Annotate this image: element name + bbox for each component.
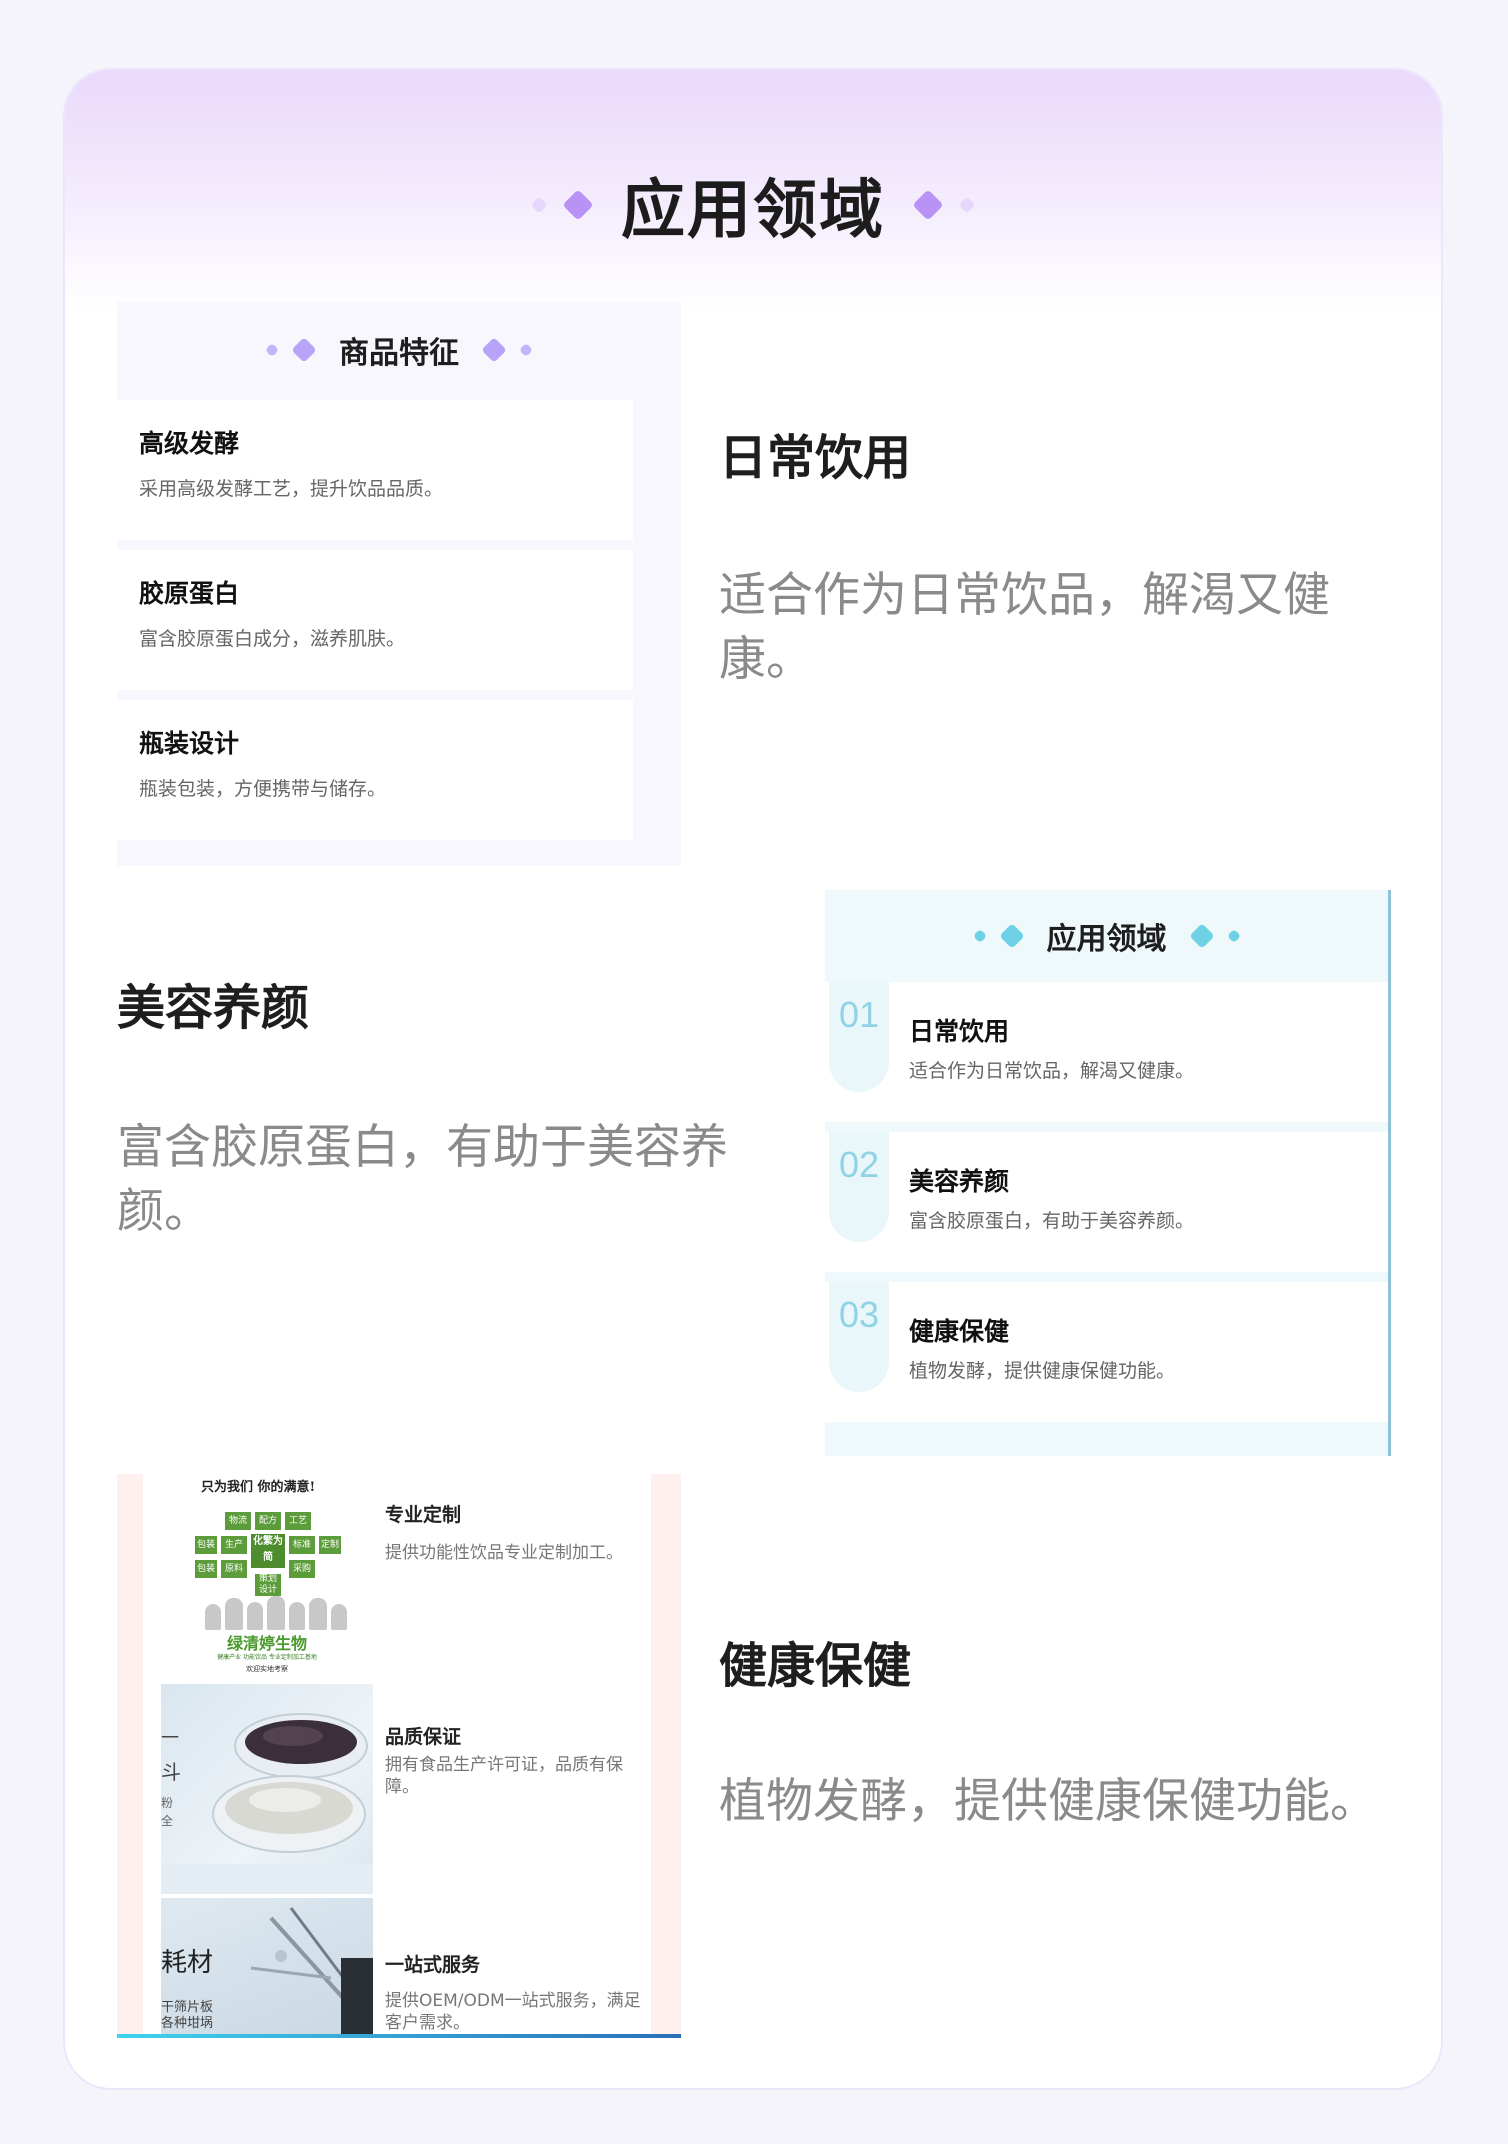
- service-title: 一站式服务: [385, 1954, 481, 1976]
- diamond-decoration-icon: [972, 928, 987, 944]
- person-silhouette-icon: [331, 1604, 347, 1630]
- services-inner: 只为我们 你的满意! 物流 配方 工艺 包装 化繁为简 标准 生产 定制 原料 …: [143, 1474, 651, 2038]
- section-title-daily: 日常饮用: [719, 430, 912, 486]
- main-title-row: 应用领域: [65, 150, 1441, 260]
- content-card: 应用领域 商品特征 高级发酵 采用高级发酵工艺，提升饮品品质。 胶原蛋白 富含胶…: [63, 68, 1443, 2090]
- feature-item: 胶原蛋白 富含胶原蛋白成分，滋养肌肤。: [117, 550, 633, 690]
- image-label: 物流: [225, 1512, 251, 1530]
- feature-desc: 采用高级发酵工艺，提升饮品品质。: [139, 478, 444, 500]
- image-label: 工艺: [285, 1512, 311, 1530]
- quality-service-image: 一 斗 粉 全: [161, 1684, 373, 1894]
- application-title: 美容养颜: [909, 1167, 1010, 1196]
- feature-title: 高级发酵: [139, 429, 240, 458]
- application-desc: 植物发酵，提供健康保健功能。: [909, 1360, 1176, 1382]
- image-tagline: 健康产业 功能饮品 专业定制加工基地: [217, 1654, 317, 1661]
- section-desc-daily: 适合作为日常饮品，解渴又健康。: [719, 568, 1330, 687]
- service-title: 专业定制: [385, 1504, 462, 1526]
- image-label: 原料: [221, 1560, 247, 1578]
- section-desc-beauty: 富含胶原蛋白，有助于美容养颜。: [117, 1120, 728, 1239]
- image-label: 定制: [319, 1536, 341, 1554]
- application-desc: 适合作为日常饮品，解渴又健康。: [909, 1060, 1195, 1082]
- image-side-text: 各种坩埚: [161, 2016, 214, 2031]
- application-desc: 富含胶原蛋白，有助于美容养颜。: [909, 1210, 1195, 1232]
- diamond-decoration-icon: [1188, 923, 1215, 949]
- image-side-text: 全: [161, 1814, 174, 1828]
- diamond-decoration-icon: [518, 342, 534, 358]
- image-side-text: 耗材: [161, 1948, 214, 1978]
- feature-item: 瓶装设计 瓶装包装，方便携带与储存。: [117, 700, 633, 840]
- image-side-text: 粉: [161, 1796, 174, 1810]
- diamond-decoration-icon: [481, 337, 507, 363]
- person-silhouette-icon: [309, 1598, 327, 1630]
- image-label: 化繁为简: [251, 1534, 285, 1568]
- item-number-badge: 03: [829, 1282, 889, 1392]
- features-title-row: 商品特征: [117, 302, 681, 398]
- service-desc: 拥有食品生产许可证，品质有保障。: [385, 1755, 623, 1797]
- application-item: 02 美容养颜 富含胶原蛋白，有助于美容养颜。: [825, 1132, 1388, 1272]
- services-panel: 只为我们 你的满意! 物流 配方 工艺 包装 化繁为简 标准 生产 定制 原料 …: [117, 1474, 681, 2038]
- person-silhouette-icon: [205, 1604, 221, 1630]
- person-silhouette-icon: [247, 1602, 263, 1630]
- page-title: 应用领域: [621, 174, 885, 248]
- image-label: 生产: [221, 1536, 247, 1554]
- section-title-health: 健康保健: [719, 1638, 912, 1694]
- person-silhouette-icon: [267, 1596, 285, 1630]
- image-label: 包装: [195, 1536, 217, 1554]
- section-title-beauty: 美容养颜: [117, 980, 310, 1036]
- one-stop-service-image: 耗材 干筛片板 各种坩埚: [161, 1898, 373, 2038]
- feature-desc: 瓶装包装，方便携带与储存。: [139, 778, 387, 800]
- powder-dish-illustration: [161, 1713, 373, 1894]
- image-label: 包装: [195, 1560, 217, 1578]
- application-item: 01 日常饮用 适合作为日常饮品，解渴又健康。: [825, 982, 1388, 1122]
- application-title: 日常饮用: [909, 1017, 1010, 1046]
- service-title: 品质保证: [385, 1726, 462, 1748]
- features-title: 商品特征: [339, 336, 459, 371]
- image-slogan: 只为我们 你的满意!: [201, 1480, 316, 1495]
- diamond-decoration-icon: [1226, 928, 1241, 944]
- applications-title-row: 应用领域: [825, 890, 1388, 982]
- feature-desc: 富含胶原蛋白成分，滋养肌肤。: [139, 628, 406, 650]
- person-silhouette-icon: [225, 1598, 243, 1630]
- applications-title: 应用领域: [1046, 922, 1167, 957]
- section-desc-health: 植物发酵，提供健康保健功能。: [719, 1774, 1377, 1829]
- feature-title: 瓶装设计: [139, 729, 240, 758]
- diamond-decoration-icon: [291, 337, 317, 363]
- diamond-decoration-icon: [530, 196, 548, 214]
- image-label: 标准: [289, 1536, 315, 1554]
- image-side-text: 斗: [161, 1760, 181, 1784]
- image-side-text: 一: [161, 1728, 179, 1749]
- person-silhouette-icon: [289, 1602, 305, 1630]
- application-item: 03 健康保健 植物发酵，提供健康保健功能。: [825, 1282, 1388, 1422]
- service-desc: 提供功能性饮品专业定制加工。: [385, 1543, 623, 1563]
- image-label: 策划设计: [255, 1574, 281, 1596]
- diamond-decoration-icon: [264, 342, 280, 358]
- feature-item: 高级发酵 采用高级发酵工艺，提升饮品品质。: [117, 400, 633, 540]
- image-brand: 绿清婷生物: [226, 1634, 307, 1653]
- diamond-decoration-icon: [998, 923, 1025, 949]
- service-desc: 提供OEM/ODM一站式服务，满足客户需求。: [385, 1991, 641, 2033]
- features-panel: 商品特征 高级发酵 采用高级发酵工艺，提升饮品品质。 胶原蛋白 富含胶原蛋白成分…: [117, 302, 681, 866]
- applications-panel: 应用领域 01 日常饮用 适合作为日常饮品，解渴又健康。 02 美容养颜 富含胶…: [825, 890, 1391, 1456]
- application-title: 健康保健: [909, 1317, 1010, 1346]
- custom-service-image: 只为我们 你的满意! 物流 配方 工艺 包装 化繁为简 标准 生产 定制 原料 …: [161, 1474, 373, 1684]
- diamond-decoration-icon: [958, 196, 976, 214]
- feature-title: 胶原蛋白: [139, 579, 240, 608]
- image-sub: 欢迎实地考察: [246, 1665, 288, 1673]
- item-number-badge: 02: [829, 1132, 889, 1242]
- diamond-decoration-icon: [912, 189, 944, 221]
- services-accent-bar: [117, 2034, 681, 2038]
- diamond-decoration-icon: [562, 189, 594, 221]
- item-number-badge: 01: [829, 982, 889, 1092]
- image-label: 配方: [255, 1512, 281, 1530]
- image-label: 采购: [289, 1560, 315, 1578]
